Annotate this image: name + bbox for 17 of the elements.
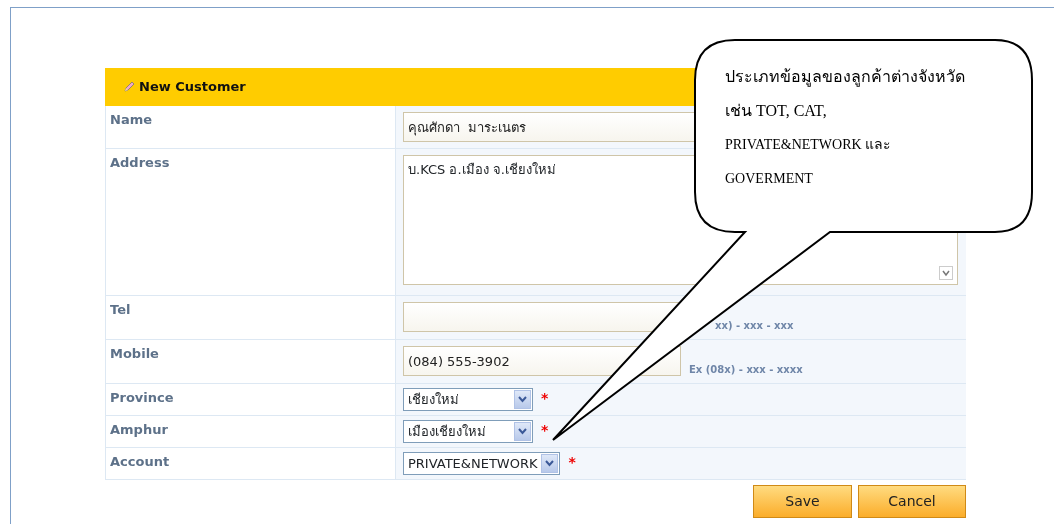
format-hint: xx) - xxx - xxx bbox=[715, 319, 794, 333]
format-hint: Ex (08x) - xxx - xxxx bbox=[689, 363, 803, 377]
form-title: New Customer bbox=[139, 78, 246, 97]
text-field[interactable] bbox=[403, 302, 681, 332]
chevron-down-icon bbox=[545, 460, 555, 467]
chevron-down-icon bbox=[518, 428, 527, 435]
chevron-down-icon bbox=[518, 396, 527, 403]
address-field[interactable]: บ.KCS อ.เมือง จ.เชียงใหม่ bbox=[408, 160, 693, 280]
required-mark: * bbox=[568, 453, 576, 472]
cancel-button[interactable]: Cancel bbox=[858, 485, 966, 518]
required-mark: * bbox=[541, 421, 549, 440]
pencil-icon bbox=[123, 81, 135, 93]
required-mark: * bbox=[541, 389, 549, 408]
dropdown[interactable]: เมืองเชียงใหม่ bbox=[403, 420, 533, 443]
dropdown[interactable]: PRIVATE&NETWORK bbox=[403, 452, 561, 475]
dropdown[interactable]: เชียงใหม่ bbox=[403, 388, 533, 411]
save-button[interactable]: Save bbox=[753, 485, 852, 518]
